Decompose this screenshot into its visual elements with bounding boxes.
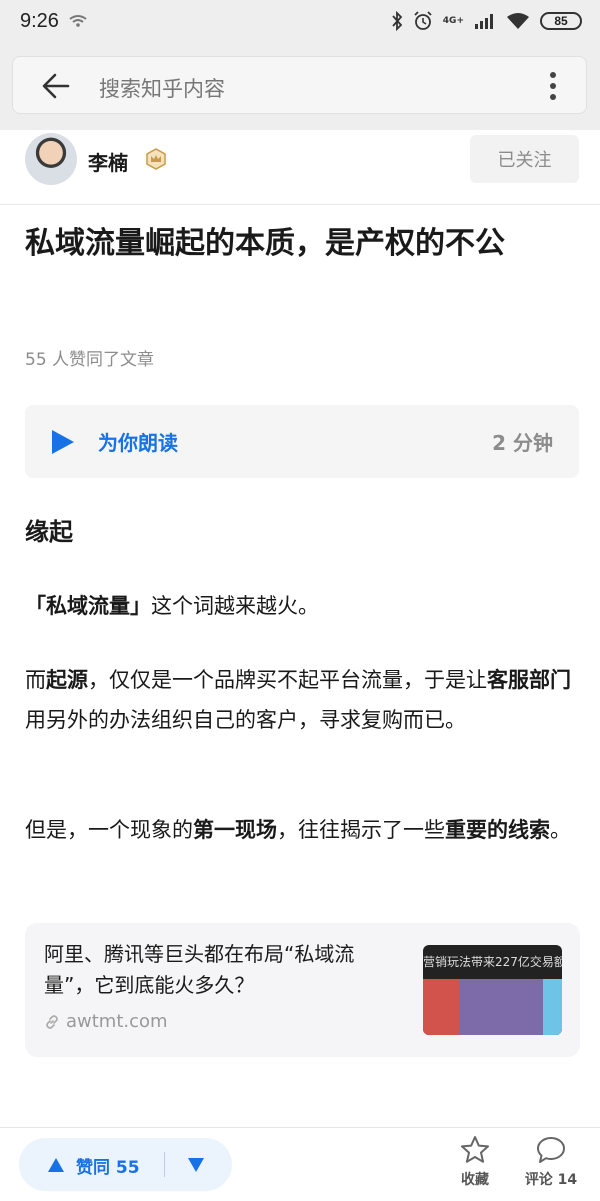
triangle-up-icon [48,1158,64,1172]
upvote-label: 赞同 55 [76,1158,140,1178]
article-title: 私域流量崛起的本质，是产权的不公 [25,226,505,261]
link-card-url: awtmt.com [44,1011,168,1032]
body-text: 用另外的办法组织自己的客户，寻求复购而已。 [25,708,466,732]
search-input[interactable]: 搜索知乎内容 [12,56,587,114]
body-text: 这个词越来越火。 [151,594,319,618]
bold-text: 第一现场 [193,818,277,842]
battery-indicator: 85 [540,12,582,30]
bold-text: 起源 [46,668,88,692]
paragraph-3: 但是，一个现象的第一现场，往往揭示了一些重要的线索。 [25,810,580,850]
thumbnail-block [459,979,543,1035]
signal-icon [475,14,493,29]
thumbnail-block [543,979,562,1035]
link-card[interactable]: 阿里、腾讯等巨头都在布局“私域流量”，它到底能火多久？ awtmt.com 营销… [25,923,580,1057]
wifi-full-icon [507,13,529,29]
play-icon [52,430,74,454]
top-search-area: 搜索知乎内容 [0,42,600,130]
author-name[interactable]: 李楠 [88,147,128,176]
bluetooth-icon [392,11,403,31]
link-card-title: 阿里、腾讯等巨头都在布局“私域流量”，它到底能火多久？ [44,942,355,997]
battery-level: 85 [554,14,568,28]
alarm-icon [414,11,432,30]
bold-text: 重要的线索 [445,818,550,842]
more-vertical-icon[interactable] [541,70,565,102]
thumbnail-caption: 营销玩法带来227亿交易额 [423,955,562,969]
network-type: 4G+ [442,15,464,26]
avatar[interactable] [25,133,77,185]
bold-text: 「私域流量」 [25,594,151,618]
comment-label: 评论 14 [524,1172,578,1188]
favorite-button[interactable]: 收藏 [448,1134,502,1196]
comment-button[interactable]: 评论 14 [518,1134,584,1196]
read-aloud-button[interactable]: 为你朗读 2 分钟 [25,405,579,478]
read-aloud-label: 为你朗读 [98,431,178,455]
creator-badge-icon [146,148,166,170]
body-text: 但是，一个现象的 [25,818,193,842]
downvote-button[interactable] [165,1138,232,1191]
likes-count[interactable]: 55 人赞同了文章 [25,345,154,370]
bottom-action-bar: 赞同 55 收藏 评论 14 [0,1127,600,1201]
arrow-left-icon[interactable] [41,72,71,100]
status-bar: 9:26 4G+ 85 [0,0,600,42]
bold-text: 客服部门 [487,668,571,692]
paragraph-1: 「私域流量」这个词越来越火。 [25,586,580,626]
section-heading: 缘起 [25,518,73,546]
star-icon [461,1136,489,1163]
triangle-down-icon [188,1158,204,1172]
link-card-thumbnail: 营销玩法带来227亿交易额 [423,945,562,1035]
author-row: 李楠 已关注 [0,130,600,205]
body-text: 而 [25,668,46,692]
vote-control: 赞同 55 [19,1138,232,1191]
body-text: ，往往揭示了一些 [277,818,445,842]
body-text: ，仅仅是一个品牌买不起平台流量，于是让 [88,668,487,692]
paragraph-2: 而起源，仅仅是一个品牌买不起平台流量，于是让客服部门用另外的办法组织自己的客户，… [25,660,580,740]
body-text: 。 [550,818,571,842]
follow-button[interactable]: 已关注 [470,135,579,183]
link-card-domain: awtmt.com [66,1011,168,1032]
link-icon [46,1014,58,1029]
comment-bubble-icon [537,1137,565,1163]
upvote-button[interactable]: 赞同 55 [19,1138,164,1191]
status-time: 9:26 [20,9,59,32]
thumbnail-block [423,979,459,1035]
read-aloud-duration: 2 分钟 [492,431,553,455]
favorite-label: 收藏 [461,1172,489,1188]
network-indicator: 4G+ [442,15,464,26]
wifi-icon [69,15,87,27]
search-placeholder: 搜索知乎内容 [99,77,225,101]
